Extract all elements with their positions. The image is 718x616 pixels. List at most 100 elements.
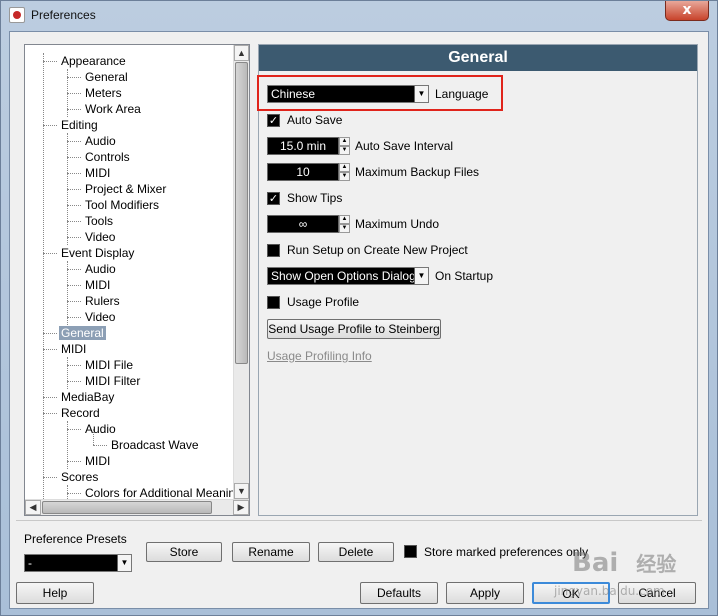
tree-item-label: MIDI Filter [85, 374, 141, 388]
spin-arrows[interactable]: ▲ ▼ [339, 163, 350, 181]
preference-presets-select[interactable]: - ▼ [24, 554, 132, 572]
tree-connector [67, 69, 68, 117]
tree-item[interactable]: Audio [83, 421, 118, 437]
tree-item[interactable]: Audio [83, 261, 118, 277]
tree-item[interactable]: Scores [59, 469, 100, 485]
store-button[interactable]: Store [146, 542, 222, 562]
tree-connector [43, 53, 44, 499]
dropdown-arrow-icon: ▼ [414, 268, 428, 284]
auto-save-checkbox[interactable]: ✓ [267, 114, 280, 127]
general-settings-panel: General Chinese ▼ Language ✓ Auto Save 1… [257, 44, 698, 516]
preference-presets-label: Preference Presets [24, 532, 127, 546]
scroll-thumb[interactable] [235, 62, 248, 364]
tree-item[interactable]: Event Display [59, 245, 136, 261]
tree-item[interactable]: Broadcast Wave [109, 437, 201, 453]
tree-item-label: Broadcast Wave [111, 438, 199, 452]
help-button[interactable]: Help [16, 582, 94, 604]
spin-down-icon[interactable]: ▼ [339, 146, 350, 155]
tree-item[interactable]: Project & Mixer [83, 181, 168, 197]
spin-arrows[interactable]: ▲ ▼ [339, 215, 350, 233]
max-backup-spinbox[interactable]: 10 ▲ ▼ [267, 163, 350, 181]
tree-connector [67, 365, 81, 366]
scroll-thumb-horizontal[interactable] [42, 501, 212, 514]
checkmark-icon: ✓ [268, 192, 279, 205]
tree-item[interactable]: General [59, 325, 106, 341]
spin-up-icon[interactable]: ▲ [339, 137, 350, 146]
tree-item[interactable]: MIDI [83, 277, 112, 293]
usage-profile-checkbox[interactable] [267, 296, 280, 309]
close-button[interactable]: x [665, 1, 709, 21]
tree-item[interactable]: Video [83, 229, 117, 245]
max-undo-spinbox[interactable]: ∞ ▲ ▼ [267, 215, 350, 233]
auto-save-interval-spinbox[interactable]: 15.0 min ▲ ▼ [267, 137, 350, 155]
tree-connector [67, 381, 81, 382]
tree-item-label: MIDI [61, 342, 87, 356]
preferences-window: Preferences x Appearance General Meters Wor… [0, 0, 718, 616]
scroll-right-arrow-icon[interactable]: ▶ [233, 500, 249, 515]
delete-button[interactable]: Delete [318, 542, 394, 562]
tree-connector [67, 269, 81, 270]
show-tips-checkbox[interactable]: ✓ [267, 192, 280, 205]
tree-item[interactable]: Controls [83, 149, 132, 165]
tree-item-label: Audio [85, 422, 116, 436]
tree-vertical-scrollbar[interactable]: ▲ ▼ [233, 45, 249, 499]
title-bar[interactable]: Preferences x [1, 1, 717, 29]
send-usage-profile-button[interactable]: Send Usage Profile to Steinberg [267, 319, 441, 339]
tree-connector [67, 261, 68, 325]
tree-item[interactable]: Meters [83, 85, 124, 101]
defaults-button[interactable]: Defaults [360, 582, 438, 604]
on-startup-label: On Startup [435, 269, 494, 283]
tree-connector [43, 349, 57, 350]
store-marked-checkbox[interactable] [404, 545, 417, 558]
tree-item[interactable]: MediaBay [59, 389, 116, 405]
tree-item-label: Record [61, 406, 100, 420]
tree-item[interactable]: Rulers [83, 293, 122, 309]
spin-down-icon[interactable]: ▼ [339, 224, 350, 233]
tree-connector [93, 445, 107, 446]
tree-item[interactable]: Record [59, 405, 102, 421]
tree-item[interactable]: Colors for Additional Meanings [83, 485, 235, 499]
tree-item[interactable]: MIDI Filter [83, 373, 142, 389]
tree-item-label: Project & Mixer [85, 182, 167, 196]
auto-save-interval-value: 15.0 min [279, 139, 327, 153]
language-select-value: Chinese [271, 87, 316, 101]
watermark-url: jingyan.baidu.com [554, 584, 665, 598]
tree-item[interactable]: Editing [59, 117, 100, 133]
run-setup-checkbox[interactable] [267, 244, 280, 257]
tree-connector [67, 205, 81, 206]
tree-item[interactable]: Tool Modifiers [83, 197, 161, 213]
tree-item[interactable]: Audio [83, 133, 118, 149]
tree-connector [93, 429, 94, 445]
tree-connector [43, 397, 57, 398]
presets-select-value: - [28, 556, 32, 570]
tree-item-label: MIDI [85, 454, 111, 468]
scroll-down-arrow-icon[interactable]: ▼ [234, 483, 249, 499]
rename-button[interactable]: Rename [232, 542, 310, 562]
tree-item-label: Tools [85, 214, 114, 228]
dropdown-arrow-icon: ▼ [117, 555, 131, 571]
tree-horizontal-scrollbar[interactable]: ◀ ▶ [25, 499, 249, 515]
window-title: Preferences [31, 8, 96, 22]
tree-item-label: Rulers [85, 294, 120, 308]
apply-button[interactable]: Apply [446, 582, 524, 604]
spin-up-icon[interactable]: ▲ [339, 215, 350, 224]
tree-connector [67, 93, 81, 94]
tree-item[interactable]: Tools [83, 213, 115, 229]
tree-item[interactable]: MIDI File [83, 357, 135, 373]
scroll-up-arrow-icon[interactable]: ▲ [234, 45, 249, 61]
tree-item[interactable]: MIDI [59, 341, 88, 357]
tree-item[interactable]: Video [83, 309, 117, 325]
tree-item[interactable]: Work Area [83, 101, 143, 117]
tree-item[interactable]: MIDI [83, 453, 112, 469]
spin-down-icon[interactable]: ▼ [339, 172, 350, 181]
tree-item[interactable]: General [83, 69, 130, 85]
tree-item[interactable]: Appearance [59, 53, 128, 69]
spin-arrows[interactable]: ▲ ▼ [339, 137, 350, 155]
tree-connector [43, 253, 57, 254]
tree-item[interactable]: MIDI [83, 165, 112, 181]
spin-up-icon[interactable]: ▲ [339, 163, 350, 172]
on-startup-select[interactable]: Show Open Options Dialog ▼ [267, 267, 429, 285]
language-select[interactable]: Chinese ▼ [267, 85, 429, 103]
tree-item-label: Video [85, 310, 116, 324]
scroll-left-arrow-icon[interactable]: ◀ [25, 500, 41, 515]
